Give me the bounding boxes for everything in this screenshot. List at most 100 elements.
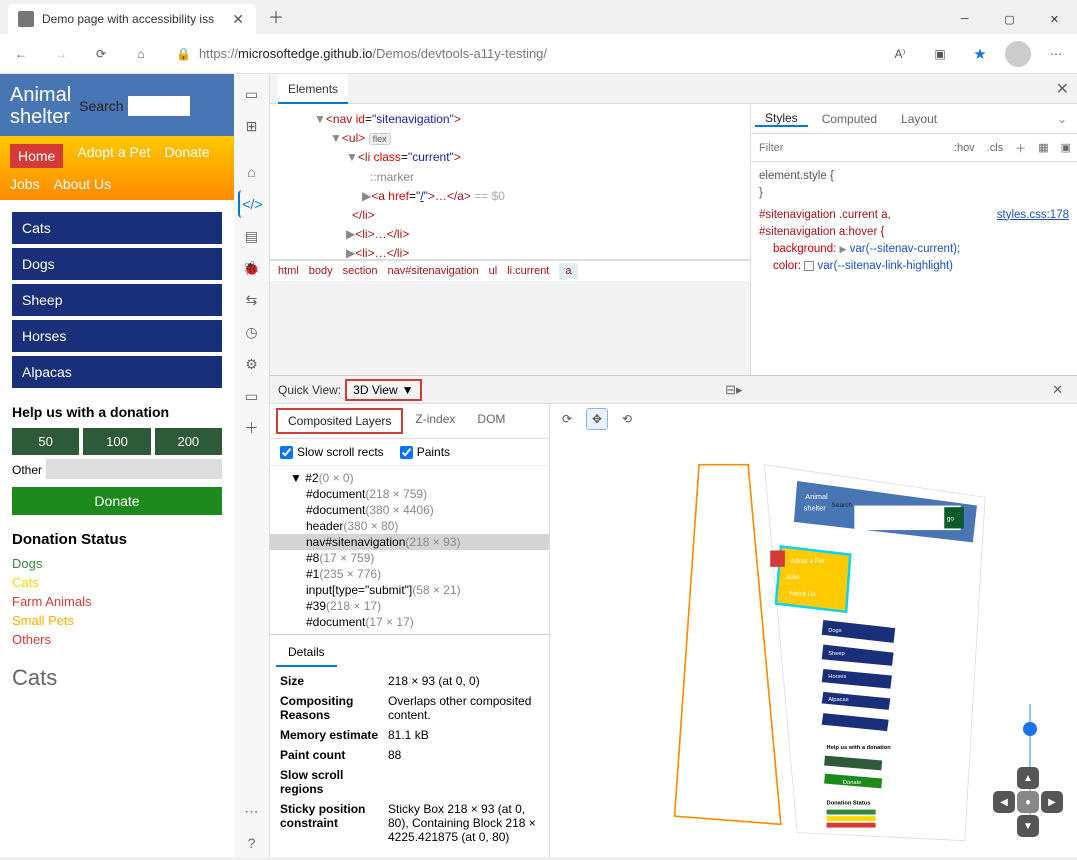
pad-right[interactable]: ▶ (1041, 791, 1063, 813)
back-button[interactable]: ← (6, 39, 36, 69)
close-tab-icon[interactable]: ✕ (230, 11, 246, 28)
forward-button: → (46, 39, 76, 69)
reading-mode-icon[interactable]: A⁾ (885, 39, 915, 69)
console-icon[interactable]: ▤ (238, 222, 266, 250)
performance-icon[interactable]: ◷ (238, 318, 266, 346)
browser-tab[interactable]: Demo page with accessibility iss ✕ (8, 4, 256, 34)
tab-elements[interactable]: Elements (278, 74, 348, 104)
details-tab[interactable]: Details (276, 639, 337, 667)
box-icon[interactable]: ▣ (1055, 141, 1077, 154)
breadcrumb[interactable]: htmlbodysectionnav#sitenavigationulli.cu… (270, 260, 750, 281)
layer-row[interactable]: #document(17 × 17) (270, 614, 549, 630)
side-cats[interactable]: Cats (12, 212, 222, 244)
more-tools-icon[interactable]: ＋ (238, 414, 266, 442)
chevron-down-icon[interactable]: ⌄ (1051, 112, 1073, 126)
styles-filter-input[interactable] (751, 142, 948, 154)
layer-row[interactable]: #8(17 × 759) (270, 550, 549, 566)
amount-200[interactable]: 200 (155, 428, 222, 455)
sources-icon[interactable]: 🐞 (238, 254, 266, 282)
side-sheep[interactable]: Sheep (12, 284, 222, 316)
reset-view-icon[interactable]: ⟳ (556, 408, 578, 430)
cls-toggle[interactable]: .cls (981, 142, 1010, 154)
nav-jobs[interactable]: Jobs (10, 176, 40, 192)
window-titlebar: Demo page with accessibility iss ✕ ＋ ─ ▢… (0, 0, 1077, 34)
slow-scroll-checkbox[interactable]: Slow scroll rects (280, 445, 384, 459)
tab-layout[interactable]: Layout (891, 112, 947, 126)
status-item: Small Pets (12, 613, 222, 628)
layers-tree[interactable]: ▼ #2(0 × 0)#document(218 × 759)#document… (270, 466, 549, 634)
layer-row[interactable]: ▼ #2(0 × 0) (270, 470, 549, 486)
address-bar[interactable]: 🔒 https://microsoftedge.github.io/Demos/… (166, 46, 875, 61)
maximize-button[interactable]: ▢ (987, 4, 1032, 34)
network-icon[interactable]: ⇆ (238, 286, 266, 314)
close-window-button[interactable]: ✕ (1032, 4, 1077, 34)
device-icon[interactable]: ⊞ (238, 112, 266, 140)
3d-view[interactable]: ⟳ ✥ ⟲ (550, 404, 1077, 857)
nav-home[interactable]: Home (10, 144, 63, 168)
flex-icon[interactable]: ▦ (1032, 141, 1054, 154)
side-dogs[interactable]: Dogs (12, 248, 222, 280)
devtools-close-icon[interactable]: ✕ (1056, 79, 1069, 99)
paints-checkbox[interactable]: Paints (400, 445, 450, 459)
detail-row: Compositing ReasonsOverlaps other compos… (280, 691, 539, 725)
new-rule-icon[interactable]: ＋ (1009, 140, 1032, 156)
more-menu-icon[interactable]: ⋯ (1041, 39, 1071, 69)
pad-left[interactable]: ◀ (993, 791, 1015, 813)
other-amount-input[interactable] (46, 459, 222, 479)
refresh-button[interactable]: ⟳ (86, 39, 116, 69)
svg-text:go: go (947, 515, 955, 522)
pad-down[interactable]: ▼ (1017, 815, 1039, 837)
stylesheet-link[interactable]: styles.css:178 (997, 207, 1069, 224)
layer-row[interactable]: nav#sitenavigation(218 × 93) (270, 534, 549, 550)
qv-close-icon[interactable]: ✕ (1046, 382, 1069, 398)
window-controls: ─ ▢ ✕ (942, 4, 1077, 34)
home-button[interactable]: ⌂ (126, 39, 156, 69)
side-horses[interactable]: Horses (12, 320, 222, 352)
donate-button[interactable]: Donate (12, 487, 222, 515)
settings-icon[interactable]: ⋯ (238, 797, 266, 825)
layer-row[interactable]: #1(235 × 776) (270, 566, 549, 582)
tab-computed[interactable]: Computed (812, 112, 887, 126)
amount-50[interactable]: 50 (12, 428, 79, 455)
search-input[interactable] (128, 96, 190, 116)
tab-styles[interactable]: Styles (755, 111, 808, 127)
hov-toggle[interactable]: :hov (948, 142, 981, 154)
dock-icon[interactable]: ⊟▸ (719, 382, 748, 398)
rotate-icon[interactable]: ⟲ (616, 408, 638, 430)
pan-icon[interactable]: ✥ (586, 408, 608, 430)
quickview-select[interactable]: 3D View ▼ (345, 379, 421, 401)
nav-about[interactable]: About Us (54, 176, 112, 192)
tab-composited-layers[interactable]: Composited Layers (276, 408, 403, 434)
collections-icon[interactable]: ▣ (925, 39, 955, 69)
quickview-panel: Quick View: 3D View ▼ ⊟▸ ✕ Composited La… (270, 375, 1077, 857)
dom-tree[interactable]: ▼<nav id="sitenavigation"> ▼<ul> flex ▼<… (270, 104, 750, 260)
pad-up[interactable]: ▲ (1017, 767, 1039, 789)
nav-adopt[interactable]: Adopt a Pet (77, 144, 150, 168)
minimize-button[interactable]: ─ (942, 4, 987, 34)
application-icon[interactable]: ▭ (238, 382, 266, 410)
elements-icon[interactable]: </> (238, 190, 266, 218)
side-alpacas[interactable]: Alpacas (12, 356, 222, 388)
amount-100[interactable]: 100 (83, 428, 150, 455)
css-rules[interactable]: element.style { } #sitenavigation .curre… (751, 162, 1077, 282)
nav-donate[interactable]: Donate (165, 144, 210, 168)
svg-text:Donate: Donate (843, 780, 861, 786)
new-tab-button[interactable]: ＋ (262, 4, 290, 34)
help-icon[interactable]: ? (238, 829, 266, 857)
layer-row[interactable]: #39(218 × 17) (270, 598, 549, 614)
tab-dom[interactable]: DOM (467, 408, 515, 434)
memory-icon[interactable]: ⚙ (238, 350, 266, 378)
layer-row[interactable]: header(380 × 80) (270, 518, 549, 534)
inspect-icon[interactable]: ▭ (238, 80, 266, 108)
layer-row[interactable]: #document(218 × 759) (270, 486, 549, 502)
tab-zindex[interactable]: Z-index (405, 408, 465, 434)
layer-row[interactable]: input[type="submit"](58 × 21) (270, 582, 549, 598)
pad-center[interactable]: ● (1017, 791, 1039, 813)
profile-avatar[interactable] (1005, 41, 1031, 67)
favorite-star-icon[interactable]: ★ (965, 39, 995, 69)
site-nav: Home Adopt a Pet Donate Jobs About Us (0, 136, 234, 200)
devtools-rail: ▭ ⊞ ⌂ </> ▤ 🐞 ⇆ ◷ ⚙ ▭ ＋ ⋯ ? (234, 74, 270, 857)
welcome-icon[interactable]: ⌂ (238, 158, 266, 186)
rendered-page: Animal shelter Search Home Adopt a Pet D… (0, 74, 234, 857)
layer-row[interactable]: #document(380 × 4406) (270, 502, 549, 518)
